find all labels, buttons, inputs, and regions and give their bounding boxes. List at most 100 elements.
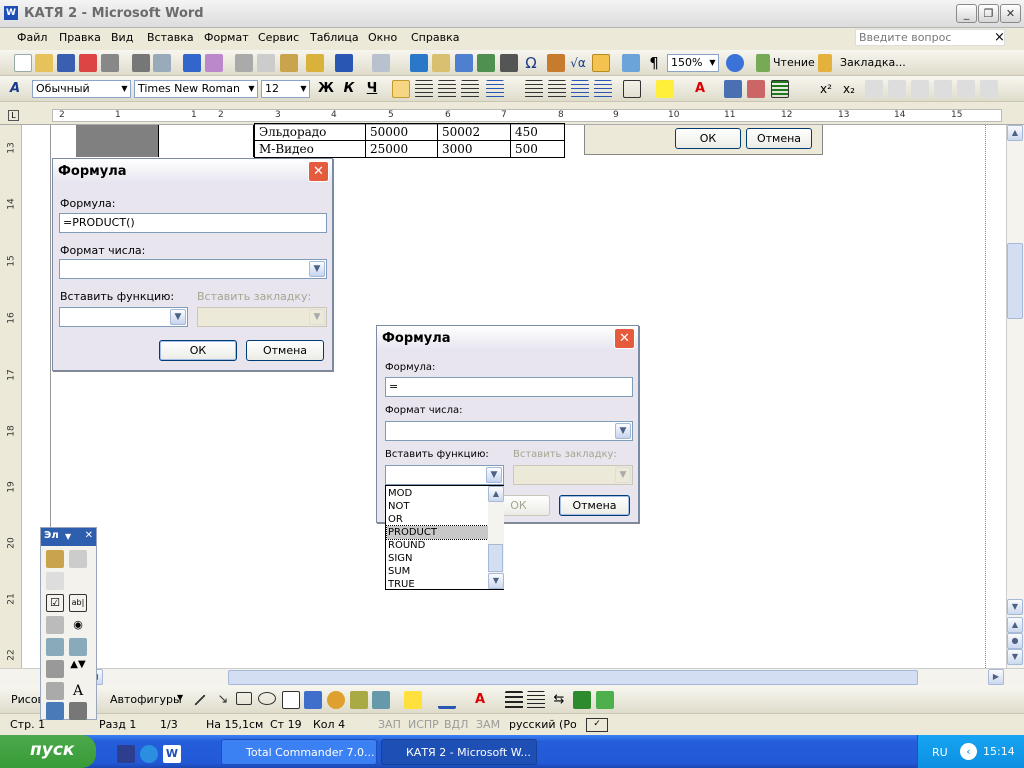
bullets-icon[interactable]: [548, 80, 566, 98]
align-center-icon[interactable]: [415, 80, 433, 98]
scroll-up-icon[interactable]: ▲: [1007, 125, 1023, 141]
menu-view[interactable]: Вид: [111, 31, 133, 44]
menu-edit[interactable]: Правка: [59, 31, 101, 44]
bookmark-button[interactable]: Закладка...: [840, 56, 906, 69]
listbox-control-icon[interactable]: [46, 638, 64, 656]
table-cell[interactable]: Эльдорадо: [254, 123, 366, 141]
omega-symbol-icon[interactable]: Ω: [522, 54, 540, 72]
close-icon[interactable]: ✕: [614, 328, 635, 349]
preview-icon[interactable]: [153, 54, 171, 72]
list-item[interactable]: SIGN: [387, 552, 488, 565]
print-preview-icon[interactable]: [101, 54, 119, 72]
insert-function-select[interactable]: ▼: [385, 465, 504, 485]
horizontal-scrollbar[interactable]: ◀ ▶: [0, 668, 1024, 686]
document-map-icon[interactable]: [622, 54, 640, 72]
status-extend[interactable]: ВДЛ: [444, 718, 468, 731]
tab-selector-icon[interactable]: L: [8, 110, 19, 121]
reveal-formatting-icon[interactable]: [747, 80, 765, 98]
style-combo[interactable]: Обычный ▼: [32, 80, 131, 98]
zoom-combo[interactable]: 150% ▼: [667, 54, 719, 72]
permission-icon[interactable]: [79, 54, 97, 72]
next-page-icon[interactable]: ▼: [1007, 649, 1023, 665]
autoshapes-menu-button[interactable]: Автофигуры: [110, 693, 182, 706]
cancel-button[interactable]: Отмена: [246, 340, 324, 361]
taskbar-word[interactable]: КАТЯ 2 - Microsoft W...: [381, 739, 537, 765]
table-cell[interactable]: 25000: [365, 140, 438, 158]
formula-field[interactable]: =: [385, 377, 633, 397]
number-format-select[interactable]: ▼: [59, 259, 327, 279]
clipart-icon[interactable]: [350, 691, 368, 709]
draw-font-color-icon[interactable]: A: [471, 691, 489, 709]
table-cell[interactable]: 450: [510, 123, 565, 141]
menu-insert[interactable]: Вставка: [147, 31, 194, 44]
find-icon[interactable]: [724, 80, 742, 98]
tables-borders-icon[interactable]: [432, 54, 450, 72]
open-folder-icon[interactable]: [35, 54, 53, 72]
highlight-icon[interactable]: [656, 80, 674, 98]
list-item[interactable]: SUM: [387, 565, 488, 578]
start-button[interactable]: пуск: [0, 735, 96, 768]
line-color-icon[interactable]: [438, 691, 456, 709]
research-icon[interactable]: [205, 54, 223, 72]
3d-style-icon[interactable]: [596, 691, 614, 709]
vertical-scroll-thumb[interactable]: [1007, 243, 1023, 319]
line-tool-icon[interactable]: [194, 694, 206, 706]
label-control-icon[interactable]: A: [69, 682, 87, 700]
align-left-icon[interactable]: [392, 80, 410, 98]
menu-format[interactable]: Формат: [204, 31, 249, 44]
close-icon[interactable]: ✕: [308, 161, 329, 182]
styles-icon[interactable]: A: [10, 80, 28, 98]
shading-icon[interactable]: [771, 80, 789, 98]
equation-icon[interactable]: √α: [569, 54, 587, 72]
bookmark-icon[interactable]: [818, 54, 832, 72]
word-quicklaunch-icon[interactable]: W: [163, 745, 181, 763]
list-item[interactable]: MOD: [387, 487, 488, 500]
save-icon[interactable]: [57, 54, 75, 72]
cancel-button[interactable]: Отмена: [559, 495, 630, 516]
extra-format-icon-3[interactable]: [911, 80, 929, 98]
minimize-button[interactable]: _: [956, 4, 977, 23]
more-controls-icon[interactable]: [69, 702, 87, 720]
rectangle-tool-icon[interactable]: [236, 692, 252, 705]
extra-format-icon-5[interactable]: [957, 80, 975, 98]
insert-excel-icon[interactable]: [477, 54, 495, 72]
browse-object-icon[interactable]: ●: [1007, 633, 1023, 649]
ie-icon[interactable]: [140, 745, 158, 763]
superscript-icon[interactable]: x²: [817, 80, 835, 98]
menu-table[interactable]: Таблица: [310, 31, 359, 44]
vertical-ruler[interactable]: 13 14 15 16 17 18 19 20 21 22: [0, 125, 22, 668]
arrow-tool-icon[interactable]: ↘: [214, 691, 232, 709]
scroll-right-icon[interactable]: ▶: [988, 669, 1004, 685]
list-scroll-down-icon[interactable]: ▼: [488, 573, 504, 589]
columns-icon[interactable]: [500, 54, 518, 72]
justify-icon[interactable]: [461, 80, 479, 98]
close-document-icon[interactable]: ×: [994, 30, 1005, 45]
number-format-select[interactable]: ▼: [385, 421, 633, 441]
spin-control-icon[interactable]: ▲▼: [69, 660, 87, 678]
spelling-icon[interactable]: [183, 54, 201, 72]
numbering-icon[interactable]: [525, 80, 543, 98]
extra-format-icon-2[interactable]: [888, 80, 906, 98]
table-cell[interactable]: М-Видео: [254, 140, 366, 158]
list-item[interactable]: NOT: [387, 500, 488, 513]
restore-button[interactable]: ❐: [978, 4, 999, 23]
font-combo[interactable]: Times New Roman ▼: [134, 80, 258, 98]
checkbox-control-icon[interactable]: ☑: [46, 594, 64, 612]
scroll-down-icon[interactable]: ▼: [1007, 599, 1023, 615]
hyperlink-icon[interactable]: [410, 54, 428, 72]
chart-icon[interactable]: [547, 54, 565, 72]
insert-function-select[interactable]: ▼: [59, 307, 188, 327]
fill-color-icon[interactable]: [404, 691, 422, 709]
table-cell[interactable]: 500: [510, 140, 565, 158]
align-right-icon[interactable]: [438, 80, 456, 98]
increase-indent-icon[interactable]: [594, 80, 612, 98]
formula-field[interactable]: =PRODUCT(): [59, 213, 327, 233]
design-mode-icon[interactable]: [46, 550, 64, 568]
list-scroll-thumb[interactable]: [488, 544, 503, 572]
table-cell[interactable]: 50002: [437, 123, 511, 141]
textbox-tool-icon[interactable]: [282, 691, 300, 709]
redo-icon[interactable]: [372, 54, 390, 72]
list-scrollbar[interactable]: ▲ ▼: [488, 486, 504, 589]
help-icon[interactable]: [726, 54, 744, 72]
status-track-changes[interactable]: ИСПР: [408, 718, 439, 731]
